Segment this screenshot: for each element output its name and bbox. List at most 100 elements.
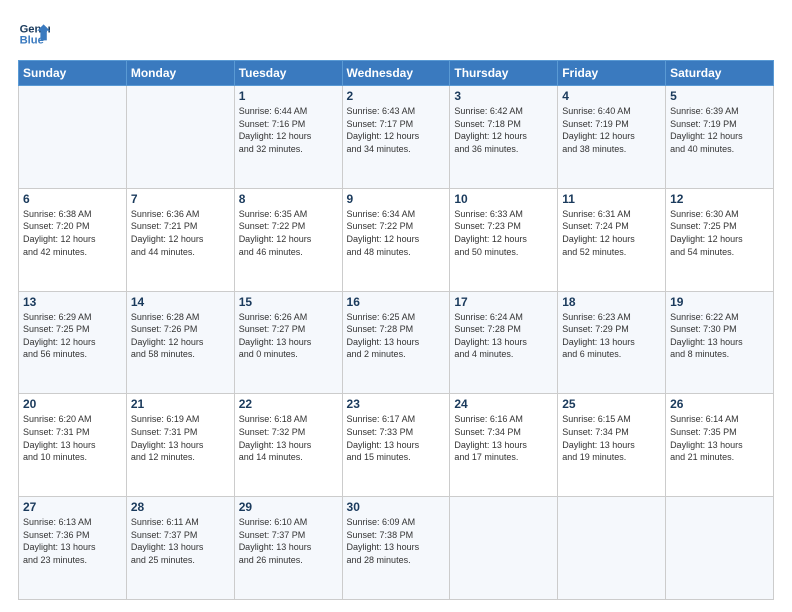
day-info: Sunrise: 6:30 AM Sunset: 7:25 PM Dayligh…: [670, 208, 769, 258]
day-number: 5: [670, 89, 769, 103]
day-info: Sunrise: 6:16 AM Sunset: 7:34 PM Dayligh…: [454, 413, 553, 463]
day-number: 9: [347, 192, 446, 206]
day-number: 20: [23, 397, 122, 411]
weekday-wednesday: Wednesday: [342, 61, 450, 86]
day-number: 21: [131, 397, 230, 411]
calendar-cell: [666, 497, 774, 600]
day-info: Sunrise: 6:29 AM Sunset: 7:25 PM Dayligh…: [23, 311, 122, 361]
day-number: 7: [131, 192, 230, 206]
calendar-week-2: 6 Sunrise: 6:38 AM Sunset: 7:20 PM Daylig…: [19, 188, 774, 291]
day-info: Sunrise: 6:14 AM Sunset: 7:35 PM Dayligh…: [670, 413, 769, 463]
calendar-cell: 11 Sunrise: 6:31 AM Sunset: 7:24 PM Dayli…: [558, 188, 666, 291]
calendar-cell: 19 Sunrise: 6:22 AM Sunset: 7:30 PM Dayli…: [666, 291, 774, 394]
day-number: 27: [23, 500, 122, 514]
day-info: Sunrise: 6:24 AM Sunset: 7:28 PM Dayligh…: [454, 311, 553, 361]
day-info: Sunrise: 6:33 AM Sunset: 7:23 PM Dayligh…: [454, 208, 553, 258]
day-number: 16: [347, 295, 446, 309]
calendar-cell: 13Sunrise: 6:29 AM Sunset: 7:25 PM Dayli…: [19, 291, 127, 394]
calendar-cell: 26 Sunrise: 6:14 AM Sunset: 7:35 PM Dayli…: [666, 394, 774, 497]
day-info: Sunrise: 6:42 AM Sunset: 7:18 PM Dayligh…: [454, 105, 553, 155]
calendar-cell: 4 Sunrise: 6:40 AM Sunset: 7:19 PM Daylig…: [558, 86, 666, 189]
weekday-thursday: Thursday: [450, 61, 558, 86]
day-info: Sunrise: 6:20 AM Sunset: 7:31 PM Dayligh…: [23, 413, 122, 463]
calendar-cell: 16Sunrise: 6:25 AM Sunset: 7:28 PM Dayli…: [342, 291, 450, 394]
day-number: 23: [347, 397, 446, 411]
calendar-week-1: 1 Sunrise: 6:44 AM Sunset: 7:16 PM Daylig…: [19, 86, 774, 189]
calendar-cell: 25Sunrise: 6:15 AM Sunset: 7:34 PM Dayli…: [558, 394, 666, 497]
calendar-cell: 21 Sunrise: 6:19 AM Sunset: 7:31 PM Dayli…: [126, 394, 234, 497]
calendar-table: SundayMondayTuesdayWednesdayThursdayFrid…: [18, 60, 774, 600]
day-info: Sunrise: 6:44 AM Sunset: 7:16 PM Dayligh…: [239, 105, 338, 155]
weekday-header-row: SundayMondayTuesdayWednesdayThursdayFrid…: [19, 61, 774, 86]
calendar-cell: 2 Sunrise: 6:43 AM Sunset: 7:17 PM Daylig…: [342, 86, 450, 189]
day-number: 15: [239, 295, 338, 309]
calendar-cell: 8 Sunrise: 6:35 AM Sunset: 7:22 PM Daylig…: [234, 188, 342, 291]
day-number: 10: [454, 192, 553, 206]
calendar-cell: 10 Sunrise: 6:33 AM Sunset: 7:23 PM Dayli…: [450, 188, 558, 291]
day-info: Sunrise: 6:13 AM Sunset: 7:36 PM Dayligh…: [23, 516, 122, 566]
calendar-body: 1 Sunrise: 6:44 AM Sunset: 7:16 PM Daylig…: [19, 86, 774, 600]
calendar-cell: 1 Sunrise: 6:44 AM Sunset: 7:16 PM Daylig…: [234, 86, 342, 189]
day-number: 11: [562, 192, 661, 206]
calendar-cell: [450, 497, 558, 600]
day-number: 4: [562, 89, 661, 103]
calendar-cell: 28Sunrise: 6:11 AM Sunset: 7:37 PM Dayli…: [126, 497, 234, 600]
weekday-saturday: Saturday: [666, 61, 774, 86]
day-info: Sunrise: 6:43 AM Sunset: 7:17 PM Dayligh…: [347, 105, 446, 155]
day-number: 24: [454, 397, 553, 411]
day-info: Sunrise: 6:28 AM Sunset: 7:26 PM Dayligh…: [131, 311, 230, 361]
logo-icon: General Blue: [18, 18, 50, 50]
day-info: Sunrise: 6:35 AM Sunset: 7:22 PM Dayligh…: [239, 208, 338, 258]
day-number: 26: [670, 397, 769, 411]
day-number: 12: [670, 192, 769, 206]
calendar-week-5: 27 Sunrise: 6:13 AM Sunset: 7:36 PM Dayli…: [19, 497, 774, 600]
page: General Blue SundayMondayTuesdayWednesda…: [0, 0, 792, 612]
weekday-tuesday: Tuesday: [234, 61, 342, 86]
day-info: Sunrise: 6:31 AM Sunset: 7:24 PM Dayligh…: [562, 208, 661, 258]
day-info: Sunrise: 6:40 AM Sunset: 7:19 PM Dayligh…: [562, 105, 661, 155]
day-number: 22: [239, 397, 338, 411]
weekday-friday: Friday: [558, 61, 666, 86]
calendar-cell: [126, 86, 234, 189]
day-number: 6: [23, 192, 122, 206]
day-number: 2: [347, 89, 446, 103]
calendar-cell: 3Sunrise: 6:42 AM Sunset: 7:18 PM Daylig…: [450, 86, 558, 189]
calendar-cell: 18 Sunrise: 6:23 AM Sunset: 7:29 PM Dayli…: [558, 291, 666, 394]
calendar-cell: 24 Sunrise: 6:16 AM Sunset: 7:34 PM Dayli…: [450, 394, 558, 497]
day-number: 19: [670, 295, 769, 309]
weekday-monday: Monday: [126, 61, 234, 86]
calendar-cell: 17 Sunrise: 6:24 AM Sunset: 7:28 PM Dayli…: [450, 291, 558, 394]
calendar-header: SundayMondayTuesdayWednesdayThursdayFrid…: [19, 61, 774, 86]
day-info: Sunrise: 6:38 AM Sunset: 7:20 PM Dayligh…: [23, 208, 122, 258]
calendar-cell: 7 Sunrise: 6:36 AM Sunset: 7:21 PM Daylig…: [126, 188, 234, 291]
day-info: Sunrise: 6:39 AM Sunset: 7:19 PM Dayligh…: [670, 105, 769, 155]
day-number: 18: [562, 295, 661, 309]
day-info: Sunrise: 6:18 AM Sunset: 7:32 PM Dayligh…: [239, 413, 338, 463]
day-number: 1: [239, 89, 338, 103]
calendar-cell: 22 Sunrise: 6:18 AM Sunset: 7:32 PM Dayli…: [234, 394, 342, 497]
calendar-cell: 9Sunrise: 6:34 AM Sunset: 7:22 PM Daylig…: [342, 188, 450, 291]
calendar-cell: 20 Sunrise: 6:20 AM Sunset: 7:31 PM Dayli…: [19, 394, 127, 497]
day-info: Sunrise: 6:17 AM Sunset: 7:33 PM Dayligh…: [347, 413, 446, 463]
calendar-cell: 6 Sunrise: 6:38 AM Sunset: 7:20 PM Daylig…: [19, 188, 127, 291]
calendar-cell: 30Sunrise: 6:09 AM Sunset: 7:38 PM Dayli…: [342, 497, 450, 600]
header: General Blue: [18, 18, 774, 50]
day-info: Sunrise: 6:23 AM Sunset: 7:29 PM Dayligh…: [562, 311, 661, 361]
day-number: 14: [131, 295, 230, 309]
day-info: Sunrise: 6:19 AM Sunset: 7:31 PM Dayligh…: [131, 413, 230, 463]
day-number: 17: [454, 295, 553, 309]
calendar-cell: 5 Sunrise: 6:39 AM Sunset: 7:19 PM Daylig…: [666, 86, 774, 189]
calendar-cell: 27 Sunrise: 6:13 AM Sunset: 7:36 PM Dayli…: [19, 497, 127, 600]
day-number: 30: [347, 500, 446, 514]
day-info: Sunrise: 6:10 AM Sunset: 7:37 PM Dayligh…: [239, 516, 338, 566]
day-number: 8: [239, 192, 338, 206]
logo: General Blue: [18, 18, 54, 50]
calendar-week-4: 20 Sunrise: 6:20 AM Sunset: 7:31 PM Dayli…: [19, 394, 774, 497]
calendar-cell: 29Sunrise: 6:10 AM Sunset: 7:37 PM Dayli…: [234, 497, 342, 600]
day-info: Sunrise: 6:26 AM Sunset: 7:27 PM Dayligh…: [239, 311, 338, 361]
day-info: Sunrise: 6:36 AM Sunset: 7:21 PM Dayligh…: [131, 208, 230, 258]
calendar-cell: 12 Sunrise: 6:30 AM Sunset: 7:25 PM Dayli…: [666, 188, 774, 291]
calendar-cell: 14 Sunrise: 6:28 AM Sunset: 7:26 PM Dayli…: [126, 291, 234, 394]
day-info: Sunrise: 6:11 AM Sunset: 7:37 PM Dayligh…: [131, 516, 230, 566]
day-info: Sunrise: 6:22 AM Sunset: 7:30 PM Dayligh…: [670, 311, 769, 361]
